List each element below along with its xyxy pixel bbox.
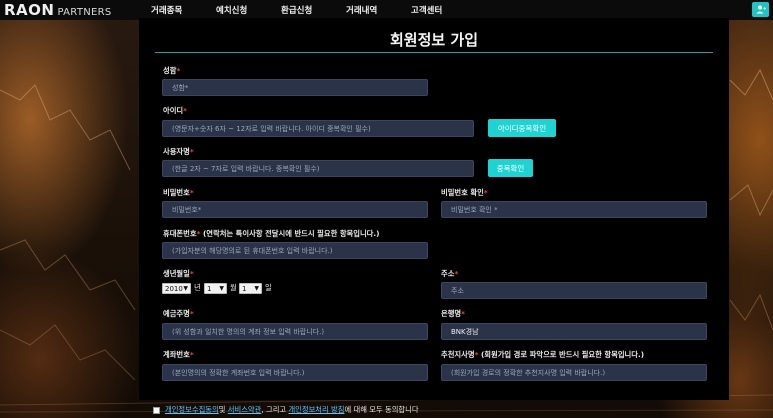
name-input[interactable]: 성함* xyxy=(162,79,428,96)
birth-year-select[interactable]: 2010 ▼ xyxy=(162,283,191,294)
required-mark: * xyxy=(176,66,181,75)
required-mark: * xyxy=(189,147,194,156)
account-holder-input[interactable]: (위 성함과 일치한 명의의 계좌 정보 입력 바랍니다.) xyxy=(162,323,428,340)
required-mark: * xyxy=(189,188,194,197)
account-number-label: 계좌번호* xyxy=(163,350,194,360)
required-mark: * xyxy=(454,269,459,278)
required-mark: * xyxy=(189,269,194,278)
bank-label-text: 은행명 xyxy=(441,309,462,318)
password-label-text: 비밀번호 xyxy=(163,188,190,197)
bank-select[interactable]: BNK경남 xyxy=(441,323,707,340)
phone-label-text: 휴대폰번호 xyxy=(163,229,197,238)
userid-label: 아이디* xyxy=(163,106,187,116)
address-input[interactable]: 주소 xyxy=(441,282,707,299)
birthdate-label: 생년월일* xyxy=(163,269,194,279)
referrer-label: 추천지사명* (회원가입 경로 파악으로 반드시 필요한 항목입니다.) xyxy=(441,350,644,360)
birth-month-select[interactable]: 1 ▼ xyxy=(204,283,227,294)
userid-input[interactable]: (영문자+숫자 6자 ~ 12자로 입력 바랍니다. 아이디 중복확인 필수) xyxy=(162,120,474,137)
title-divider xyxy=(155,52,713,53)
userid-label-text: 아이디 xyxy=(163,106,184,115)
birth-day-unit: 일 xyxy=(265,283,272,292)
logo-sub-text: PARTNERS xyxy=(57,7,112,18)
nickname-label: 사용자명* xyxy=(163,147,194,157)
nav-item-trade-history[interactable]: 거래내역 xyxy=(346,4,377,16)
birth-year-unit: 년 xyxy=(194,283,201,292)
signup-form-panel: 회원정보 가입 성함* 성함* 아이디* (영문자+숫자 6자 ~ 12자로 입… xyxy=(139,18,729,400)
name-label-text: 성함 xyxy=(163,66,177,75)
referrer-label-text: 추천지사명 xyxy=(441,350,475,359)
account-number-label-text: 계좌번호 xyxy=(163,350,190,359)
phone-note: (연락처는 특이사항 전달시에 반드시 필요한 항목입니다.) xyxy=(200,229,380,238)
password-confirm-label: 비밀번호 확인* xyxy=(441,188,488,198)
required-mark: * xyxy=(183,106,187,115)
password-confirm-input[interactable]: 비밀번호 확인 * xyxy=(441,201,707,218)
nickname-label-text: 사용자명 xyxy=(163,147,190,156)
required-mark: * xyxy=(189,350,194,359)
bank-label: 은행명* xyxy=(441,309,465,319)
account-holder-label-text: 예금주명 xyxy=(163,309,190,318)
check-userid-button[interactable]: 아이디중복확인 xyxy=(488,119,556,137)
nav-item-customer-center[interactable]: 고객센터 xyxy=(411,4,442,16)
agreement-text-1: 및 xyxy=(218,405,228,414)
user-add-icon xyxy=(756,5,766,14)
user-button[interactable] xyxy=(752,2,769,17)
nav-item-trading-items[interactable]: 거래종목 xyxy=(151,4,182,16)
check-nickname-button[interactable]: 중복확인 xyxy=(488,159,533,177)
phone-input[interactable]: (가입자분의 해당명의로 된 휴대폰번호 입력 바랍니다.) xyxy=(162,242,428,259)
privacy-collection-link[interactable]: 개인정보수집동의 xyxy=(165,405,219,415)
password-confirm-label-text: 비밀번호 확인 xyxy=(441,188,484,197)
birth-day-select[interactable]: 1 ▼ xyxy=(239,283,262,294)
address-label: 주소* xyxy=(441,269,458,279)
nickname-input[interactable]: (한글 2자 ~ 7자로 입력 바랍니다. 중복확인 필수) xyxy=(162,160,474,177)
birthdate-label-text: 생년월일 xyxy=(163,269,190,278)
name-label: 성함* xyxy=(163,66,180,76)
referrer-note: (회원가입 경로 파악으로 반드시 필요한 항목입니다.) xyxy=(478,350,645,359)
referrer-input[interactable]: (회원가입 경로의 정확한 추천지사명 입력 바랍니다.) xyxy=(441,364,707,381)
top-navigation-bar: RAON PARTNERS 거래종목 예치신청 환급신청 거래내역 고객센터 xyxy=(0,0,773,20)
privacy-policy-link[interactable]: 개인정보처리 방침 xyxy=(288,405,344,415)
birth-day-value: 1 xyxy=(242,284,247,293)
agreement-text-2: , 그리고 xyxy=(261,405,289,414)
password-input[interactable]: 비밀번호* xyxy=(162,201,428,218)
logo-main-text: RAON xyxy=(4,1,55,19)
agreement-checkbox[interactable] xyxy=(153,406,160,414)
account-holder-label: 예금주명* xyxy=(163,309,194,319)
required-mark: * xyxy=(483,188,488,197)
nav-item-refund-request[interactable]: 환급신청 xyxy=(281,4,312,16)
phone-label: 휴대폰번호* (연락처는 특이사항 전달시에 반드시 필요한 항목입니다.) xyxy=(163,229,380,239)
nav-item-deposit-request[interactable]: 예치신청 xyxy=(216,4,247,16)
agreement-row: 개인정보수집동의 및 서비스약관 , 그리고 개인정보처리 방침 에 대해 모두… xyxy=(153,405,419,415)
required-mark: * xyxy=(461,309,465,318)
address-label-text: 주소 xyxy=(441,269,455,278)
birth-month-value: 1 xyxy=(207,284,212,293)
required-mark: * xyxy=(189,309,194,318)
chevron-down-icon: ▼ xyxy=(254,285,259,292)
chevron-down-icon: ▼ xyxy=(219,285,224,292)
account-number-input[interactable]: (본인명의의 정확한 계좌번호 입력 바랍니다.) xyxy=(162,364,428,381)
terms-of-service-link[interactable]: 서비스약관 xyxy=(228,405,262,415)
agreement-text-3: 에 대해 모두 동의합니다 xyxy=(344,405,419,414)
page-title: 회원정보 가입 xyxy=(389,31,479,49)
password-label: 비밀번호* xyxy=(163,188,194,198)
chevron-down-icon: ▼ xyxy=(183,285,188,292)
birth-year-value: 2010 xyxy=(165,284,183,293)
birth-month-unit: 월 xyxy=(230,283,237,292)
brand-logo[interactable]: RAON PARTNERS xyxy=(4,1,112,19)
